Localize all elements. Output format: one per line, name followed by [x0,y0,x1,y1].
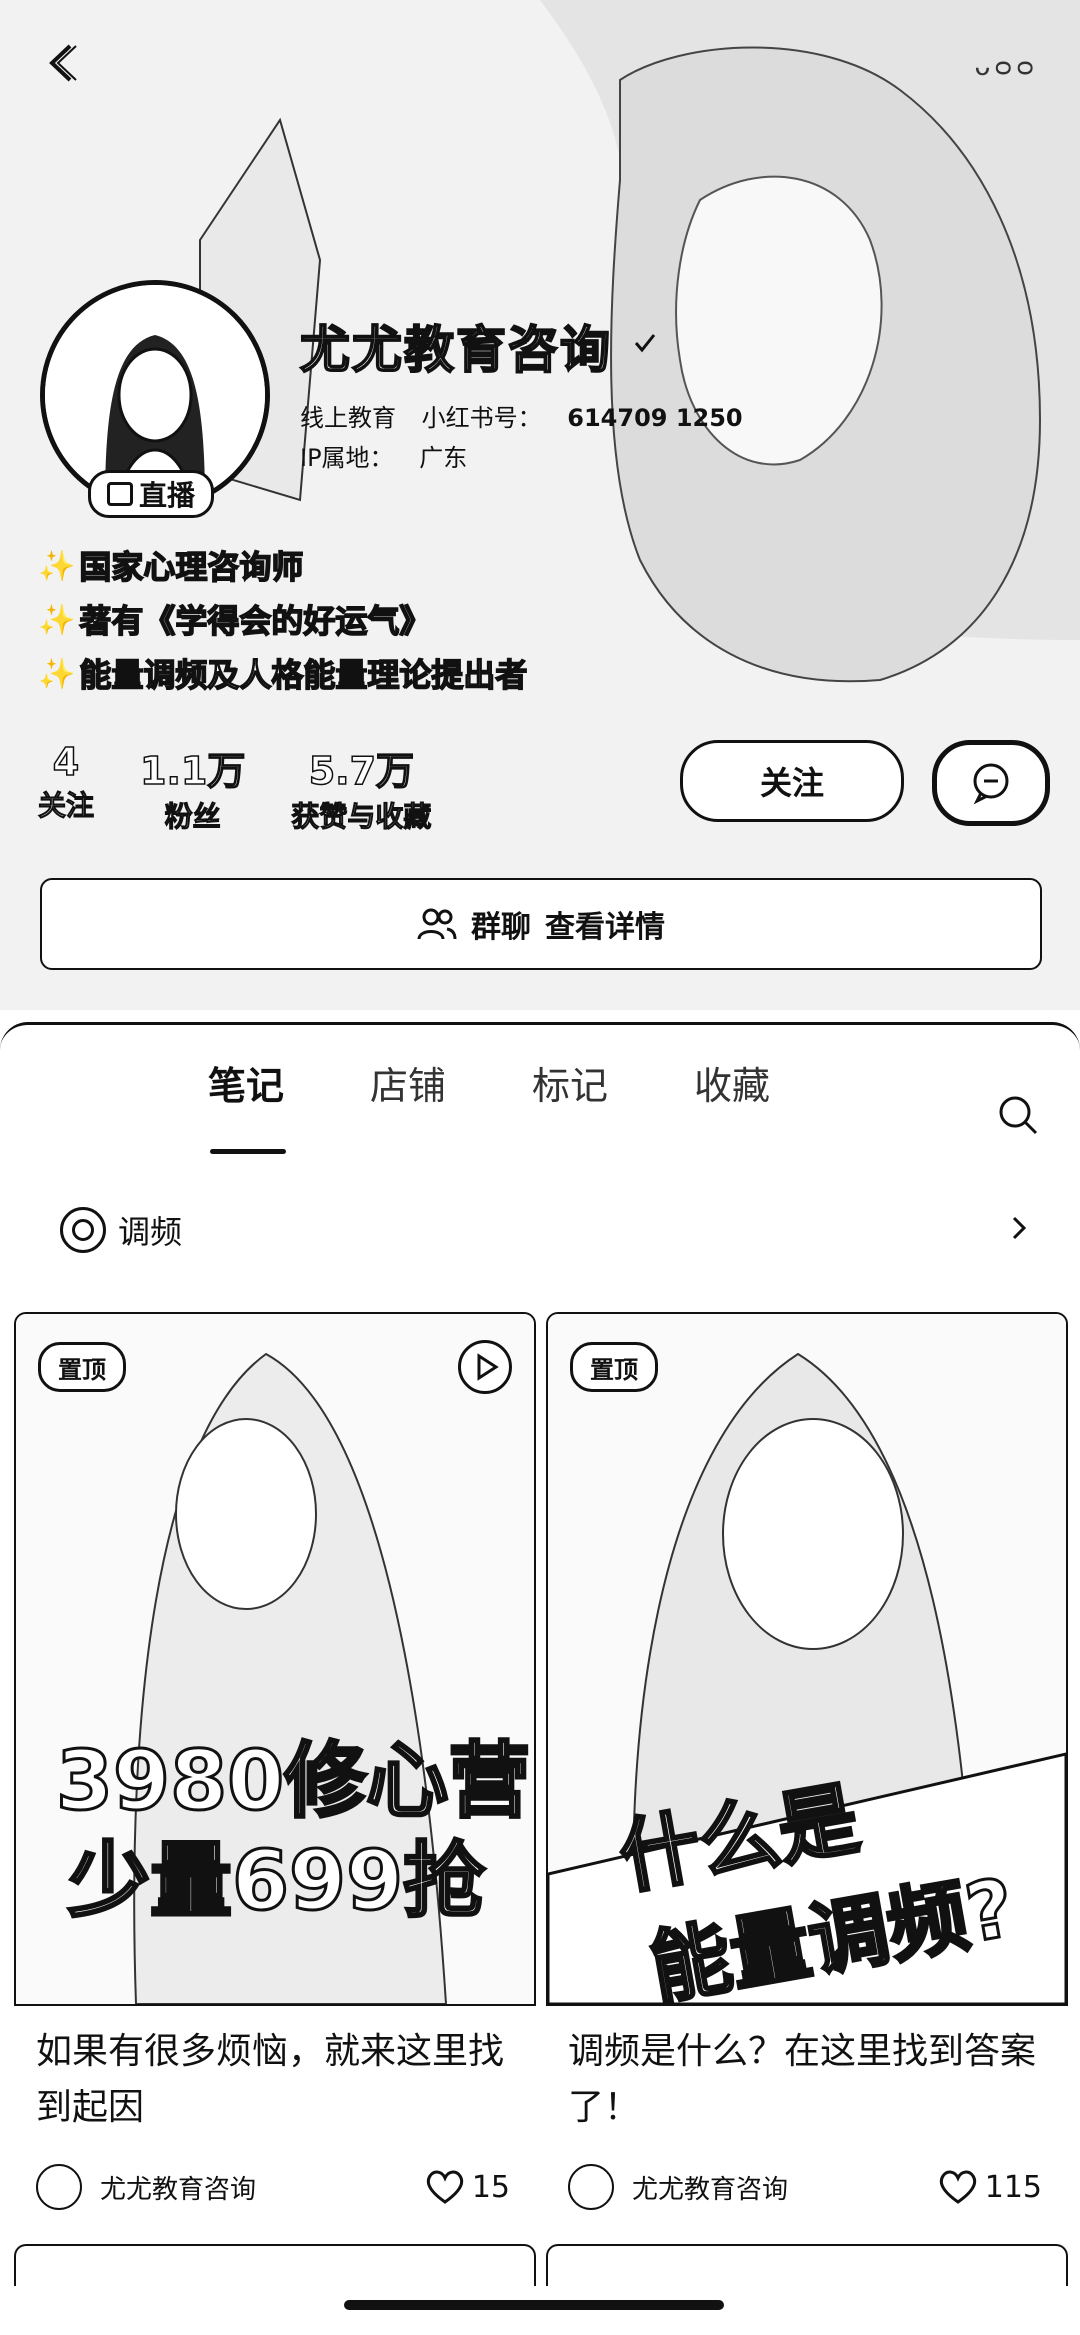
account-label: 小红书号： [421,404,542,432]
note-footer: 尤尤教育咨询 115 [546,2162,1064,2212]
home-indicator[interactable] [344,2300,724,2310]
pinned-badge: 置顶 [570,1342,658,1392]
ip-label: IP属地： [300,444,394,472]
active-tab-indicator [210,1149,286,1154]
message-button[interactable] [932,740,1050,826]
ip-value: 广东 [419,444,468,472]
next-note-card[interactable] [14,2244,536,2286]
profile-tabs: 笔记 店铺 标记 收藏 [0,1055,1080,1154]
follow-button[interactable]: 关注 [680,740,904,822]
tab-notes[interactable]: 笔记 [208,1055,284,1110]
note-title[interactable]: 调频是什么？在这里找到答案了！ [546,2024,1064,2136]
stat-label: 获赞与收藏 [291,800,432,834]
stat-value: 4 [52,739,80,785]
like-button[interactable]: 115 [939,2170,1042,2205]
stat-label: 关注 [37,789,95,823]
live-badge[interactable]: 直播 [88,470,214,518]
note-card[interactable]: 置顶 什么是 能量调频? 调频是什么？在这里找到答案了！ 尤尤教育咨询 115 [546,1312,1068,2212]
account-id: 614709 1250 [567,404,743,432]
group-detail-label: 查看详情 [545,910,665,945]
bio-text: 国家心理咨询师 [79,547,305,587]
heart-icon [939,2170,976,2204]
cover-text-line2: 少量699抢 [66,1833,486,1931]
stat-following[interactable]: 4 关注 [37,739,95,835]
top-right-ornament: ᴗᴑᴑ [974,52,1038,82]
stat-value: 1.1万 [139,748,246,794]
collection-row[interactable]: 调频 [60,1205,182,1255]
back-icon[interactable] [38,38,88,88]
author-avatar[interactable] [36,2164,82,2210]
bio-line: ✨ 国家心理咨询师 [38,540,527,594]
tab-marks[interactable]: 标记 [532,1055,608,1110]
category-tag: 线上教育 [300,404,396,432]
verified-icon [634,334,656,353]
collection-icon [60,1207,106,1253]
group-chat-button[interactable]: 群聊 查看详情 [40,878,1042,970]
stat-value: 5.7万 [308,748,415,794]
author-name[interactable]: 尤尤教育咨询 [632,2169,939,2206]
chat-icon [973,763,1009,805]
like-button[interactable]: 15 [426,2170,510,2205]
bio-text: 能量调频及人格能量理论提出者 [79,655,529,695]
group-icon [417,908,457,940]
sparkle-icon: ✨ [38,657,76,692]
pinned-badge: 置顶 [38,1342,126,1392]
note-title[interactable]: 如果有很多烦恼，就来这里找到起因 [14,2024,532,2136]
stat-followers[interactable]: 1.1万 粉丝 [139,740,246,835]
note-cover[interactable]: 置顶 3980修心营 少量699抢 [14,1312,536,2006]
bio-line: ✨ 能量调频及人格能量理论提出者 [38,648,529,702]
live-label: 直播 [138,479,195,512]
author-avatar[interactable] [568,2164,614,2210]
stat-likes-collections[interactable]: 5.7万 获赞与收藏 [291,740,432,835]
next-note-card[interactable] [546,2244,1068,2286]
note-cover[interactable]: 置顶 什么是 能量调频? [546,1312,1068,2006]
note-card[interactable]: 置顶 3980修心营 少量699抢 如果有很多烦恼，就来这里找到起因 尤尤教育咨… [14,1312,536,2212]
profile-meta: 线上教育 小红书号： 614709 1250 IP属地： 广东 [300,398,761,478]
author-name[interactable]: 尤尤教育咨询 [100,2169,426,2206]
profile-header: ᴗᴑᴑ 直播 尤尤教育咨询 线上教育 小红书号： 614709 1250 IP属… [0,0,1080,1010]
bio-line: ✨ 著有《学得会的好运气》 [38,594,527,648]
collection-label: 调频 [118,1213,183,1251]
tab-shop[interactable]: 店铺 [370,1055,446,1110]
sparkle-icon: ✨ [38,603,76,638]
profile-bio: ✨ 国家心理咨询师 ✨ 著有《学得会的好运气》 ✨ 能量调频及人格能量理论提出者 [38,540,529,702]
profile-stats: 4 关注 1.1万 粉丝 5.7万 获赞与收藏 [37,739,432,835]
heart-icon [426,2170,464,2204]
group-chat-label: 群聊 [471,910,531,945]
tab-collections[interactable]: 收藏 [694,1055,770,1110]
profile-name: 尤尤教育咨询 [299,320,612,380]
like-count: 15 [471,2169,510,2205]
search-icon[interactable] [996,1093,1040,1137]
sparkle-icon: ✨ [38,549,76,584]
tv-icon [106,482,133,506]
chevron-right-icon[interactable] [1006,1215,1032,1241]
note-footer: 尤尤教育咨询 15 [14,2162,532,2212]
bio-text: 著有《学得会的好运气》 [79,601,433,641]
stat-label: 粉丝 [164,800,221,834]
play-icon [458,1340,512,1394]
like-count: 115 [984,2169,1042,2205]
